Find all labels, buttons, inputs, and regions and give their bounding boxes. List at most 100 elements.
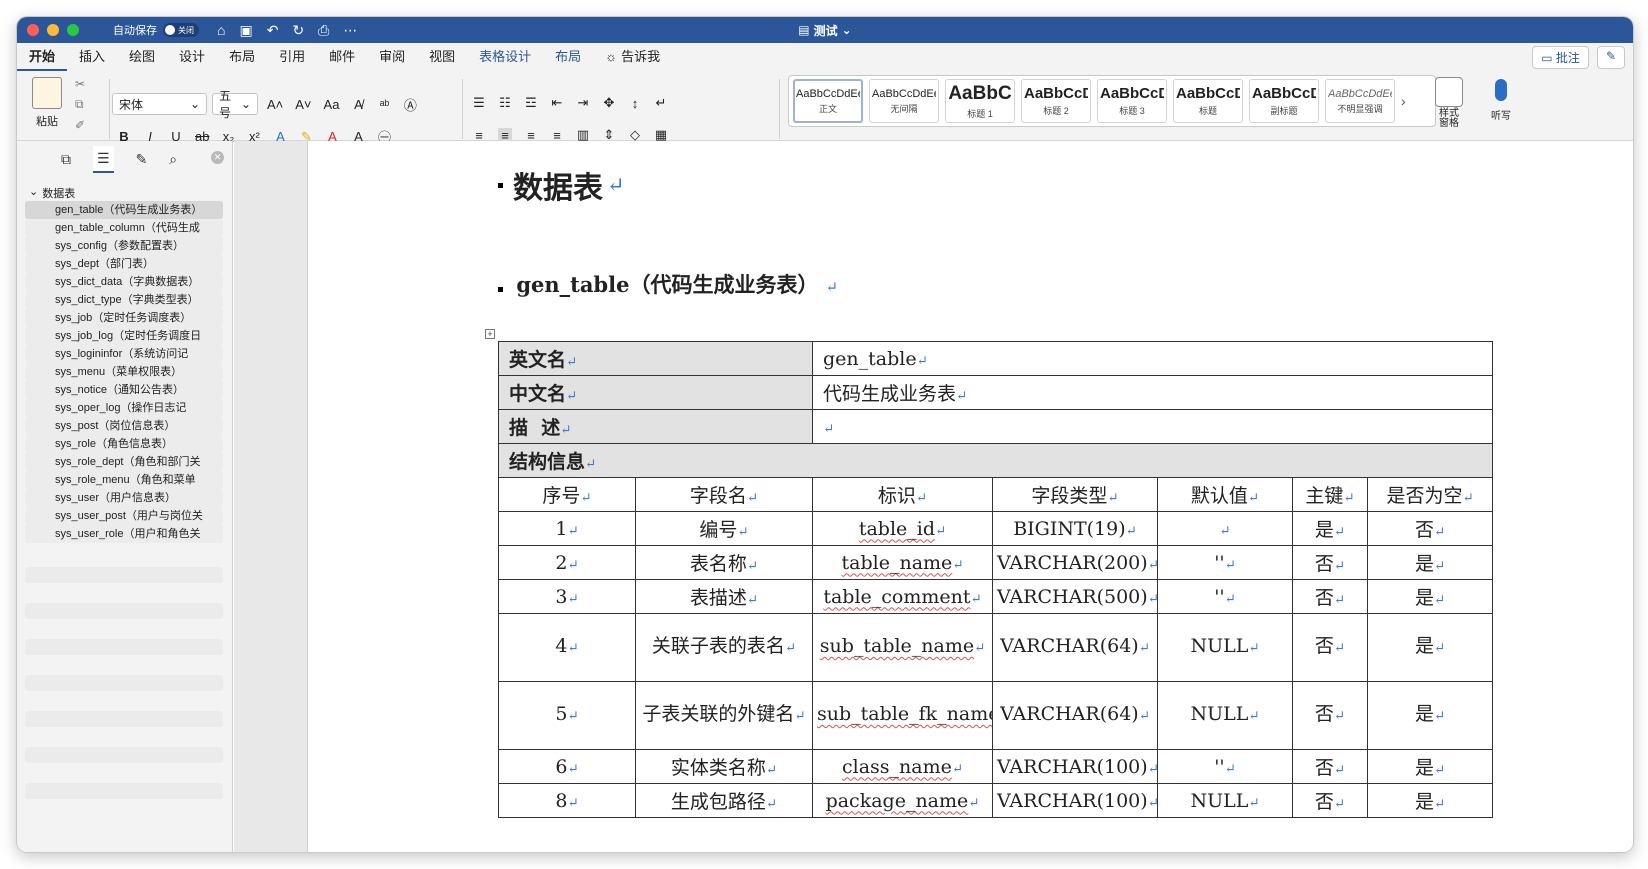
field-type-cell[interactable]: VARCHAR(64)↵ [992, 613, 1158, 682]
nav-heading-item[interactable]: sys_menu（菜单权限表） [25, 363, 223, 381]
nav-heading-item[interactable]: sys_dict_data（字典数据表） [25, 273, 223, 291]
field-number-cell[interactable]: 5↵ [498, 681, 636, 750]
field-primary-key-cell[interactable]: 否↵ [1292, 579, 1368, 614]
field-primary-key-cell[interactable]: 否↵ [1292, 613, 1368, 682]
style-heading-3[interactable]: AaBbCcD 标题 3 [1097, 79, 1167, 123]
tab-draw[interactable]: 绘图 [117, 43, 167, 71]
tab-table-design[interactable]: 表格设计 [467, 43, 543, 71]
field-nullable-cell[interactable]: 是↵ [1366, 545, 1494, 580]
document-canvas[interactable]: 数据表 ↵ gen_table（代码生成业务表） ↵ + 英文名↵ gen_ta… [234, 141, 1633, 852]
nav-heading-item[interactable]: sys_role（角色信息表） [25, 435, 223, 453]
field-name-cell[interactable]: 生成包路径↵ [635, 783, 813, 818]
chinese-name-value-cell[interactable]: 代码生成业务表↵ [811, 375, 1494, 410]
increase-indent-icon[interactable]: ⇥ [576, 95, 590, 111]
field-type-cell[interactable]: VARCHAR(500)↵ [992, 579, 1158, 614]
description-value-cell[interactable]: ↵ [811, 409, 1494, 444]
field-default-cell[interactable]: NULL↵ [1157, 681, 1293, 750]
field-type-cell[interactable]: VARCHAR(100)↵ [992, 783, 1158, 818]
nav-heading-item[interactable]: sys_post（岗位信息表） [25, 417, 223, 435]
field-number-cell[interactable]: 1↵ [498, 511, 636, 546]
field-name-cell[interactable]: 表描述↵ [635, 579, 813, 614]
edit-pane-icon[interactable]: ✎ [136, 151, 148, 168]
field-number-cell[interactable]: 3↵ [498, 579, 636, 614]
field-identifier-cell[interactable]: sub_table_name↵ [812, 613, 993, 682]
field-nullable-cell[interactable]: 是↵ [1366, 613, 1494, 682]
style-normal[interactable]: AaBbCcDdEe 正文 [793, 79, 863, 123]
field-identifier-cell[interactable]: table_name↵ [812, 545, 993, 580]
nav-heading-item[interactable]: gen_table（代码生成业务表） [25, 201, 223, 219]
field-identifier-cell[interactable]: package_name↵ [812, 783, 993, 818]
cut-icon[interactable]: ✂ [75, 77, 85, 91]
character-border-icon[interactable]: Ⓐ [403, 95, 417, 114]
field-name-cell[interactable]: 编号↵ [635, 511, 813, 546]
nav-heading-item[interactable]: sys_dept（部门表） [25, 255, 223, 273]
field-number-cell[interactable]: 2↵ [498, 545, 636, 580]
style-subtle-emphasis[interactable]: AaBbCcDdEe 不明显强调 [1325, 79, 1395, 123]
field-number-cell[interactable]: 4↵ [498, 613, 636, 682]
field-default-cell[interactable]: ''↵ [1157, 545, 1293, 580]
tab-review[interactable]: 审阅 [367, 43, 417, 71]
field-nullable-cell[interactable]: 否↵ [1366, 511, 1494, 546]
nav-heading-item[interactable]: sys_job_log（定时任务调度日 [25, 327, 223, 345]
field-default-cell[interactable]: ''↵ [1157, 579, 1293, 614]
field-type-cell[interactable]: VARCHAR(100)↵ [992, 749, 1158, 784]
close-icon[interactable]: ✕ [211, 151, 224, 164]
styles-pane-button[interactable]: 样式 窗格 [1435, 77, 1463, 129]
column-header-cell[interactable]: 主键↵ [1292, 477, 1368, 512]
tell-me[interactable]: ☼ 告诉我 [593, 43, 672, 71]
close-window-button[interactable] [27, 24, 39, 36]
document-title[interactable]: ▤ 测试 ⌄ [798, 22, 851, 39]
nav-heading-item[interactable]: sys_user（用户信息表） [25, 489, 223, 507]
style-subtitle[interactable]: AaBbCcD 副标题 [1249, 79, 1319, 123]
column-header-cell[interactable]: 字段名↵ [635, 477, 813, 512]
nav-heading-item[interactable]: sys_user_post（用户与岗位关 [25, 507, 223, 525]
field-default-cell[interactable]: ''↵ [1157, 749, 1293, 784]
edit-button[interactable]: ✎ [1596, 46, 1625, 69]
heading-1[interactable]: 数据表 ↵ [498, 163, 625, 207]
field-primary-key-cell[interactable]: 否↵ [1292, 545, 1368, 580]
nav-heading-item[interactable]: sys_config（参数配置表） [25, 237, 223, 255]
shrink-font-icon[interactable]: A˅ [295, 97, 311, 112]
thumbnails-icon[interactable]: ⧉ [61, 151, 71, 168]
dictate-button[interactable]: 听写 [1491, 77, 1511, 122]
style-heading-1[interactable]: AaBbC 标题 1 [945, 79, 1015, 123]
nav-heading-item[interactable]: sys_dict_type（字典类型表） [25, 291, 223, 309]
home-icon[interactable]: ⌂ [217, 22, 225, 39]
field-type-cell[interactable]: VARCHAR(200)↵ [992, 545, 1158, 580]
paste-button[interactable]: 粘贴 [27, 77, 67, 129]
structure-info-cell[interactable]: 结构信息↵ [497, 443, 1494, 478]
decrease-indent-icon[interactable]: ⇤ [550, 95, 564, 111]
field-type-cell[interactable]: VARCHAR(64)↵ [992, 681, 1158, 750]
more-icon[interactable]: ⋯ [343, 22, 357, 39]
numbering-icon[interactable]: ☷ [498, 95, 512, 111]
nav-heading-item[interactable]: sys_oper_log（操作日志记 [25, 399, 223, 417]
change-case-icon[interactable]: Aa [324, 97, 340, 112]
field-number-cell[interactable]: 6↵ [498, 749, 636, 784]
column-header-cell[interactable]: 默认值↵ [1157, 477, 1293, 512]
heading-2[interactable]: gen_table（代码生成业务表） ↵ [498, 269, 838, 299]
show-marks-icon[interactable]: ↵ [654, 95, 668, 111]
style-heading-2[interactable]: AaBbCcD 标题 2 [1021, 79, 1091, 123]
format-painter-icon[interactable]: ✐ [75, 118, 85, 132]
document-page[interactable]: 数据表 ↵ gen_table（代码生成业务表） ↵ + 英文名↵ gen_ta… [307, 141, 1633, 852]
english-name-label-cell[interactable]: 英文名↵ [498, 341, 813, 376]
field-identifier-cell[interactable]: class_name↵ [812, 749, 993, 784]
minimize-window-button[interactable] [47, 24, 59, 36]
tab-home[interactable]: 开始 [17, 43, 68, 71]
english-name-value-cell[interactable]: gen_table↵ [811, 341, 1494, 376]
bullets-icon[interactable]: ☰ [472, 95, 486, 111]
description-label-cell[interactable]: 描 述↵ [498, 409, 813, 444]
table-move-handle[interactable]: + [485, 329, 495, 339]
tab-layout[interactable]: 布局 [217, 43, 267, 71]
nav-heading-item[interactable]: sys_logininfor（系统访问记 [25, 345, 223, 363]
field-name-cell[interactable]: 实体类名称↵ [635, 749, 813, 784]
font-name-select[interactable]: 宋体 ⌄ [112, 93, 207, 115]
comments-button[interactable]: ▭ 批注 [1532, 46, 1589, 69]
nav-heading-item[interactable]: gen_table_column（代码生成 [25, 219, 223, 237]
field-nullable-cell[interactable]: 是↵ [1366, 579, 1494, 614]
field-identifier-cell[interactable]: table_comment↵ [812, 579, 993, 614]
field-default-cell[interactable]: ↵ [1157, 511, 1293, 546]
schema-table[interactable]: 英文名↵ gen_table↵ 中文名↵ 代码生成业务表↵ 描 述↵ ↵ 结构信… [497, 341, 1494, 818]
undo-icon[interactable]: ↶ [267, 22, 279, 39]
phonetic-guide-icon[interactable]: ᵃᵇ [377, 97, 391, 112]
